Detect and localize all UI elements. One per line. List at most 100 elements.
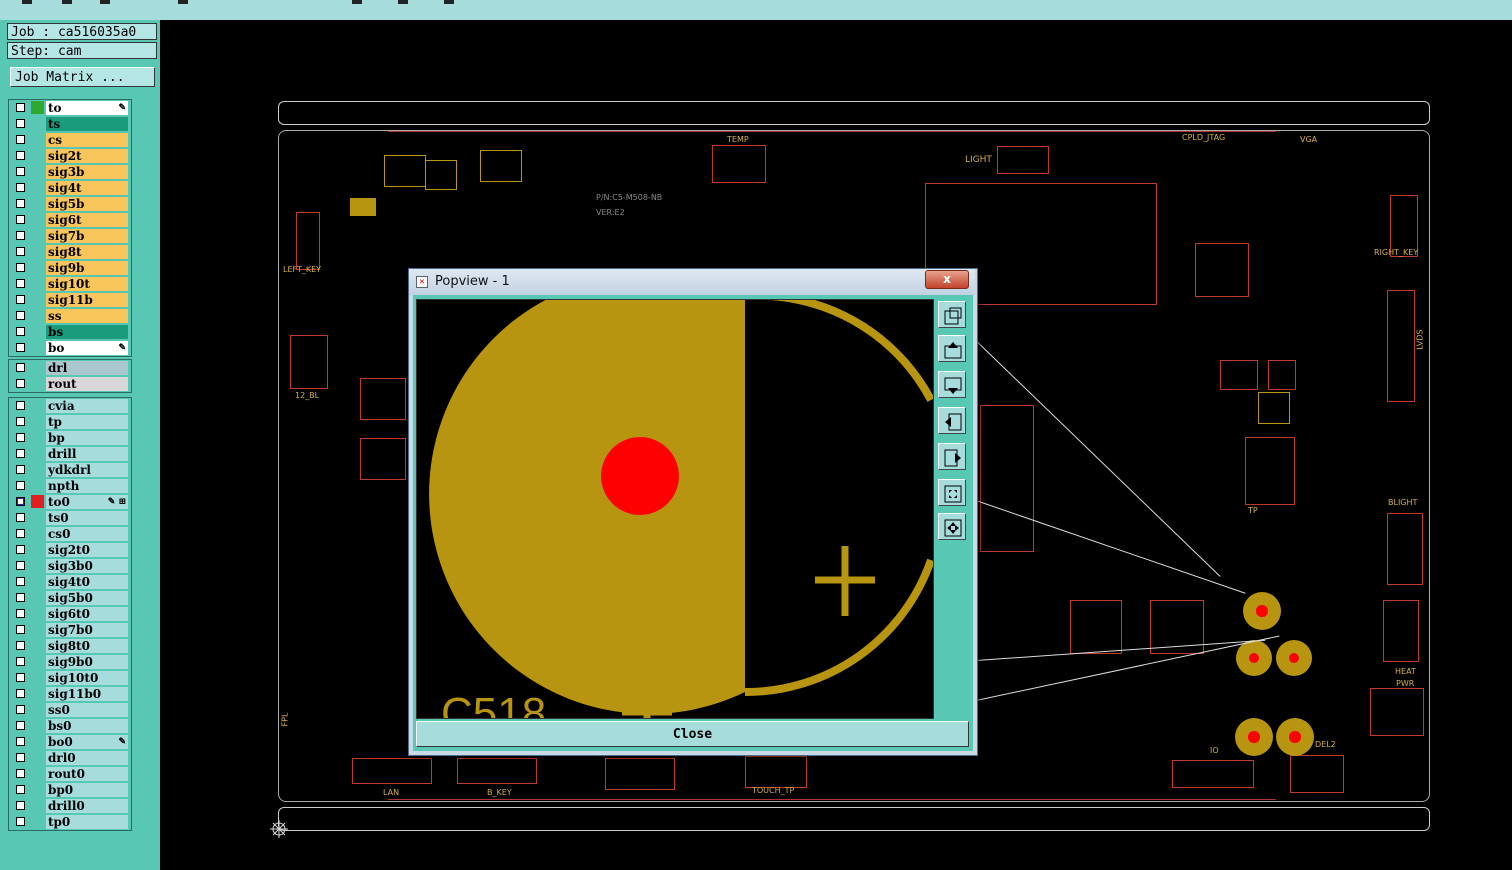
layer-name[interactable]: ss0 xyxy=(46,703,128,717)
layer-name[interactable]: sig8t xyxy=(46,245,128,259)
layer-color-swatch[interactable] xyxy=(31,377,44,390)
layer-name[interactable]: sig3b0 xyxy=(46,559,128,573)
layer-row-sig5b[interactable]: sig5b xyxy=(9,196,131,212)
layer-color-swatch[interactable] xyxy=(31,341,44,354)
layer-name[interactable]: sig5b xyxy=(46,197,128,211)
layer-checkbox[interactable] xyxy=(16,379,25,388)
layer-color-swatch[interactable] xyxy=(31,447,44,460)
layer-color-swatch[interactable] xyxy=(31,767,44,780)
layer-row-bs0[interactable]: bs0 xyxy=(9,718,131,734)
layer-row-ss0[interactable]: ss0 xyxy=(9,702,131,718)
toolbar-handle[interactable] xyxy=(444,0,454,4)
layer-color-swatch[interactable] xyxy=(31,431,44,444)
layer-color-swatch[interactable] xyxy=(31,415,44,428)
layer-checkbox[interactable] xyxy=(16,657,25,666)
layer-row-drill[interactable]: drill xyxy=(9,446,131,462)
layer-checkbox[interactable] xyxy=(16,721,25,730)
layer-color-swatch[interactable] xyxy=(31,293,44,306)
layer-row-sig8t0[interactable]: sig8t0 xyxy=(9,638,131,654)
layer-name[interactable]: drl xyxy=(46,361,128,375)
layer-checkbox[interactable] xyxy=(16,465,25,474)
layer-row-sig3b0[interactable]: sig3b0 xyxy=(9,558,131,574)
layer-checkbox[interactable] xyxy=(16,513,25,522)
layer-name[interactable]: ss xyxy=(46,309,128,323)
pan-up-button[interactable] xyxy=(938,335,966,362)
layer-name[interactable]: sig8t0 xyxy=(46,639,128,653)
layer-checkbox[interactable] xyxy=(16,433,25,442)
popview-titlebar[interactable]: ✕ Popview - 1 x xyxy=(409,269,975,295)
layer-row-cs[interactable]: cs xyxy=(9,132,131,148)
layer-name[interactable]: cs xyxy=(46,133,128,147)
layer-name[interactable]: tp0 xyxy=(46,815,128,829)
layer-color-swatch[interactable] xyxy=(31,655,44,668)
toolbar-handle[interactable] xyxy=(178,0,188,4)
layer-name[interactable]: cs0 xyxy=(46,527,128,541)
layer-name[interactable]: rout0 xyxy=(46,767,128,781)
layer-name[interactable]: ts0 xyxy=(46,511,128,525)
layer-checkbox[interactable] xyxy=(16,641,25,650)
layer-row-bs[interactable]: bs xyxy=(9,324,131,340)
layer-checkbox[interactable] xyxy=(16,673,25,682)
layer-name[interactable]: sig10t xyxy=(46,277,128,291)
layer-row-sig10t[interactable]: sig10t xyxy=(9,276,131,292)
layer-checkbox[interactable] xyxy=(16,561,25,570)
layer-checkbox[interactable] xyxy=(16,183,25,192)
window-close-button[interactable]: x xyxy=(925,270,969,289)
layer-name[interactable]: ydkdrl xyxy=(46,463,128,477)
layer-name[interactable]: sig5b0 xyxy=(46,591,128,605)
layer-row-sig5b0[interactable]: sig5b0 xyxy=(9,590,131,606)
layer-name[interactable]: npth xyxy=(46,479,128,493)
layer-color-swatch[interactable] xyxy=(31,101,44,114)
layer-name[interactable]: to0 ✎ ⊞ xyxy=(46,495,128,509)
layer-checkbox[interactable] xyxy=(16,801,25,810)
layer-row-drl[interactable]: drl xyxy=(9,360,131,376)
layer-color-swatch[interactable] xyxy=(31,229,44,242)
layer-row-tp0[interactable]: tp0 xyxy=(9,814,131,830)
layer-color-swatch[interactable] xyxy=(31,783,44,796)
layer-row-sig7b0[interactable]: sig7b0 xyxy=(9,622,131,638)
layer-row-cvia[interactable]: cvia xyxy=(9,398,131,414)
zoom-fit-button[interactable] xyxy=(938,301,966,328)
layer-color-swatch[interactable] xyxy=(31,687,44,700)
layer-row-sig10t0[interactable]: sig10t0 xyxy=(9,670,131,686)
layer-name[interactable]: to ✎ xyxy=(46,101,128,115)
layer-color-swatch[interactable] xyxy=(31,149,44,162)
layer-checkbox[interactable] xyxy=(16,215,25,224)
layer-name[interactable]: sig7b xyxy=(46,229,128,243)
layer-row-sig8t[interactable]: sig8t xyxy=(9,244,131,260)
layer-checkbox[interactable] xyxy=(16,135,25,144)
layer-row-drill0[interactable]: drill0 xyxy=(9,798,131,814)
layer-checkbox[interactable] xyxy=(16,785,25,794)
layer-checkbox[interactable] xyxy=(16,199,25,208)
layer-color-swatch[interactable] xyxy=(31,751,44,764)
layer-row-sig4t[interactable]: sig4t xyxy=(9,180,131,196)
layer-color-swatch[interactable] xyxy=(31,799,44,812)
layer-row-tp[interactable]: tp xyxy=(9,414,131,430)
layer-checkbox[interactable] xyxy=(16,753,25,762)
toolbar-handle[interactable] xyxy=(22,0,32,4)
layer-color-swatch[interactable] xyxy=(31,213,44,226)
layer-checkbox[interactable] xyxy=(16,103,25,112)
layer-row-bp0[interactable]: bp0 xyxy=(9,782,131,798)
layer-name[interactable]: cvia xyxy=(46,399,128,413)
layer-row-npth[interactable]: npth xyxy=(9,478,131,494)
layer-row-ts0[interactable]: ts0 xyxy=(9,510,131,526)
pan-down-button[interactable] xyxy=(938,371,966,398)
layer-color-swatch[interactable] xyxy=(31,511,44,524)
layer-row-rout0[interactable]: rout0 xyxy=(9,766,131,782)
layer-checkbox[interactable] xyxy=(16,609,25,618)
zoom-in-button[interactable] xyxy=(938,479,966,506)
layer-name[interactable]: drill xyxy=(46,447,128,461)
layer-row-sig11b[interactable]: sig11b xyxy=(9,292,131,308)
layer-color-swatch[interactable] xyxy=(31,479,44,492)
layer-row-to[interactable]: to ✎ xyxy=(9,100,131,116)
layer-name[interactable]: sig2t xyxy=(46,149,128,163)
layer-row-sig7b[interactable]: sig7b xyxy=(9,228,131,244)
toolbar-handle[interactable] xyxy=(100,0,110,4)
layer-name[interactable]: bs0 xyxy=(46,719,128,733)
layer-color-swatch[interactable] xyxy=(31,277,44,290)
layer-name[interactable]: bp0 xyxy=(46,783,128,797)
layer-checkbox[interactable] xyxy=(16,327,25,336)
layer-name[interactable]: bp xyxy=(46,431,128,445)
layer-checkbox[interactable] xyxy=(16,151,25,160)
